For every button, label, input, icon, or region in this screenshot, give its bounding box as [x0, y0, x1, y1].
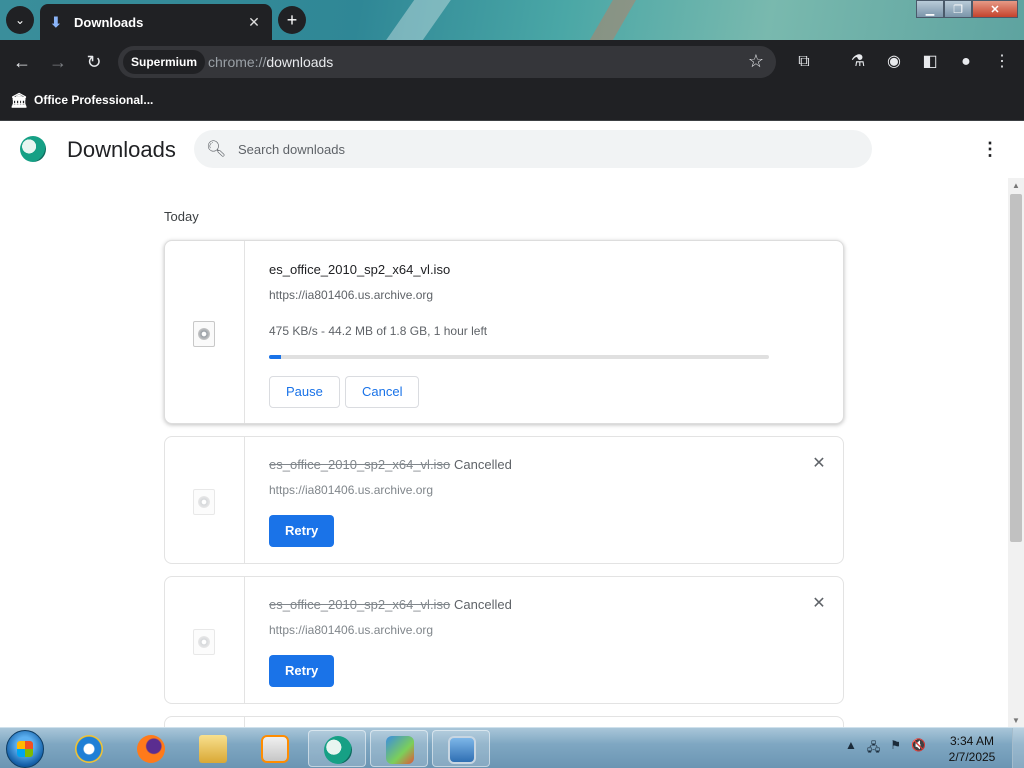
search-box[interactable]: 🔍︎: [194, 130, 872, 168]
pause-button[interactable]: Pause: [269, 376, 340, 408]
tab-downloads[interactable]: ⬇ Downloads ✕: [40, 4, 272, 40]
close-window-button[interactable]: ✕: [972, 0, 1018, 18]
browser-toolbar: ← → ↻ Supermium chrome://downloads ☆ ⧉ ⚗…: [0, 40, 1024, 84]
download-item: es_office_2010_sp2_x64_vl.iso Cancelled …: [164, 576, 844, 704]
file-explorer-icon: [199, 735, 227, 763]
taskbar-network-people[interactable]: [370, 730, 428, 767]
tab-title: Downloads: [74, 14, 144, 30]
action-center-flag-icon[interactable]: ⚑: [890, 738, 901, 759]
download-item: es_office_2010_sp2_x64_vl.iso Cancelled …: [164, 436, 844, 564]
tab-search-button[interactable]: ⌄: [6, 6, 34, 34]
windows-logo-icon: [17, 741, 33, 757]
supermium-icon: [324, 736, 352, 764]
url-scheme: chrome://: [208, 54, 267, 70]
extension-badge-icon[interactable]: ◉: [884, 52, 904, 72]
download-source-url[interactable]: https://ia801406.us.archive.org: [269, 288, 433, 302]
title-bar: ⌄ ⬇ Downloads ✕ + ▁ ❐ ✕: [0, 0, 1024, 40]
url-text: chrome://downloads: [208, 54, 333, 70]
network-people-icon: [386, 736, 414, 764]
search-icon: 🔍︎: [206, 141, 227, 158]
labs-flask-icon[interactable]: ⚗: [848, 52, 868, 72]
remove-from-list-icon[interactable]: ✕: [809, 594, 829, 614]
maximize-button[interactable]: ❐: [944, 0, 972, 18]
download-filename[interactable]: es_office_2010_sp2_x64_vl.iso: [269, 262, 450, 277]
supermium-logo-icon: [20, 136, 46, 162]
retry-button[interactable]: Retry: [269, 515, 335, 547]
window-controls: ▁ ❐ ✕: [916, 0, 1018, 18]
taskbar-firefox[interactable]: [122, 730, 180, 767]
internet-explorer-icon: [75, 735, 103, 763]
start-button[interactable]: [6, 730, 44, 768]
taskbar-clock[interactable]: 3:34 AM 2/7/2025: [940, 733, 1004, 765]
file-icon-column: [165, 437, 245, 563]
download-filename: es_office_2010_sp2_x64_vl.iso: [269, 597, 451, 612]
taskbar-file-explorer[interactable]: [184, 730, 242, 767]
file-icon: [193, 629, 215, 655]
taskbar-internet-explorer[interactable]: [60, 730, 118, 767]
downloads-page: Downloads 🔍︎ ⋮ ▲ ▼ Today es_office_2010_…: [0, 121, 1024, 727]
scroll-up-arrow-icon[interactable]: ▲: [1012, 181, 1020, 190]
bookmark-label: Office Professional...: [34, 93, 154, 107]
minimize-button[interactable]: ▁: [916, 0, 944, 18]
scrollbar-thumb[interactable]: [1010, 194, 1022, 542]
taskbar-media-player[interactable]: [246, 730, 304, 767]
tab-close-icon[interactable]: ✕: [246, 14, 262, 30]
firefox-icon: [137, 735, 165, 763]
file-icon-column: [165, 577, 245, 703]
browser-menu-icon[interactable]: ⋮: [992, 52, 1012, 72]
profile-avatar-icon[interactable]: ●: [956, 52, 976, 72]
download-status: Cancelled: [454, 457, 512, 472]
file-icon-column: [165, 717, 245, 727]
media-player-icon: [261, 735, 289, 763]
wallpaper-streak: [376, 0, 454, 40]
remove-from-list-icon[interactable]: ✕: [809, 454, 829, 474]
download-source-url[interactable]: https://ia801406.us.archive.org: [269, 483, 433, 497]
bookmark-star-icon[interactable]: ☆: [748, 51, 764, 72]
back-button[interactable]: ←: [10, 50, 34, 74]
cancel-button[interactable]: Cancel: [345, 376, 420, 408]
download-progress-text: 475 KB/s - 44.2 MB of 1.8 GB, 1 hour lef…: [269, 324, 488, 338]
clock-date: 2/7/2025: [948, 750, 996, 764]
url-host: downloads: [266, 54, 334, 70]
browser-chip[interactable]: Supermium: [123, 50, 206, 74]
file-icon-column: [165, 241, 245, 423]
extensions-icon[interactable]: ⧉: [794, 52, 814, 72]
display-settings-icon: [448, 736, 476, 764]
scroll-down-arrow-icon[interactable]: ▼: [1012, 716, 1020, 725]
page-title: Downloads: [67, 137, 176, 162]
wallpaper-streak: [583, 0, 637, 40]
volume-muted-icon[interactable]: 🔇: [911, 738, 926, 759]
download-status: Cancelled: [454, 597, 512, 612]
download-item: [164, 716, 844, 727]
taskbar-supermium[interactable]: [308, 730, 366, 767]
new-tab-button[interactable]: +: [278, 6, 306, 34]
search-input[interactable]: [238, 139, 838, 159]
page-scrollbar[interactable]: ▲ ▼: [1008, 178, 1024, 727]
archive-building-icon: 🏛: [10, 92, 28, 108]
address-bar[interactable]: Supermium chrome://downloads ☆: [118, 46, 776, 78]
bookmark-item[interactable]: 🏛 Office Professional...: [10, 92, 153, 108]
show-hidden-icons-icon[interactable]: ▲: [845, 738, 857, 759]
more-actions-icon[interactable]: ⋮: [980, 139, 1000, 159]
progress-bar-fill: [269, 355, 281, 359]
file-icon: [193, 489, 215, 515]
download-filename: es_office_2010_sp2_x64_vl.iso: [269, 457, 451, 472]
download-icon: ⬇: [50, 14, 62, 30]
taskbar-display-settings[interactable]: [432, 730, 490, 767]
reload-button[interactable]: ↻: [82, 50, 106, 74]
file-icon: [193, 321, 215, 347]
network-icon[interactable]: 🖧: [867, 738, 880, 759]
date-section-label: Today: [164, 209, 199, 224]
forward-button[interactable]: →: [46, 50, 70, 74]
system-tray: ▲ 🖧 ⚑ 🔇: [845, 738, 926, 759]
download-source-url[interactable]: https://ia801406.us.archive.org: [269, 623, 433, 637]
show-desktop-button[interactable]: [1012, 728, 1024, 768]
download-progress-bar: [269, 355, 769, 359]
retry-button[interactable]: Retry: [269, 655, 335, 687]
clock-time: 3:34 AM: [949, 734, 995, 748]
download-item: es_office_2010_sp2_x64_vl.iso https://ia…: [164, 240, 844, 424]
side-panel-icon[interactable]: ◧: [920, 52, 940, 72]
windows-taskbar: ▲ 🖧 ⚑ 🔇 3:34 AM 2/7/2025: [0, 727, 1024, 768]
bookmarks-bar: 🏛 Office Professional...: [0, 84, 1024, 121]
